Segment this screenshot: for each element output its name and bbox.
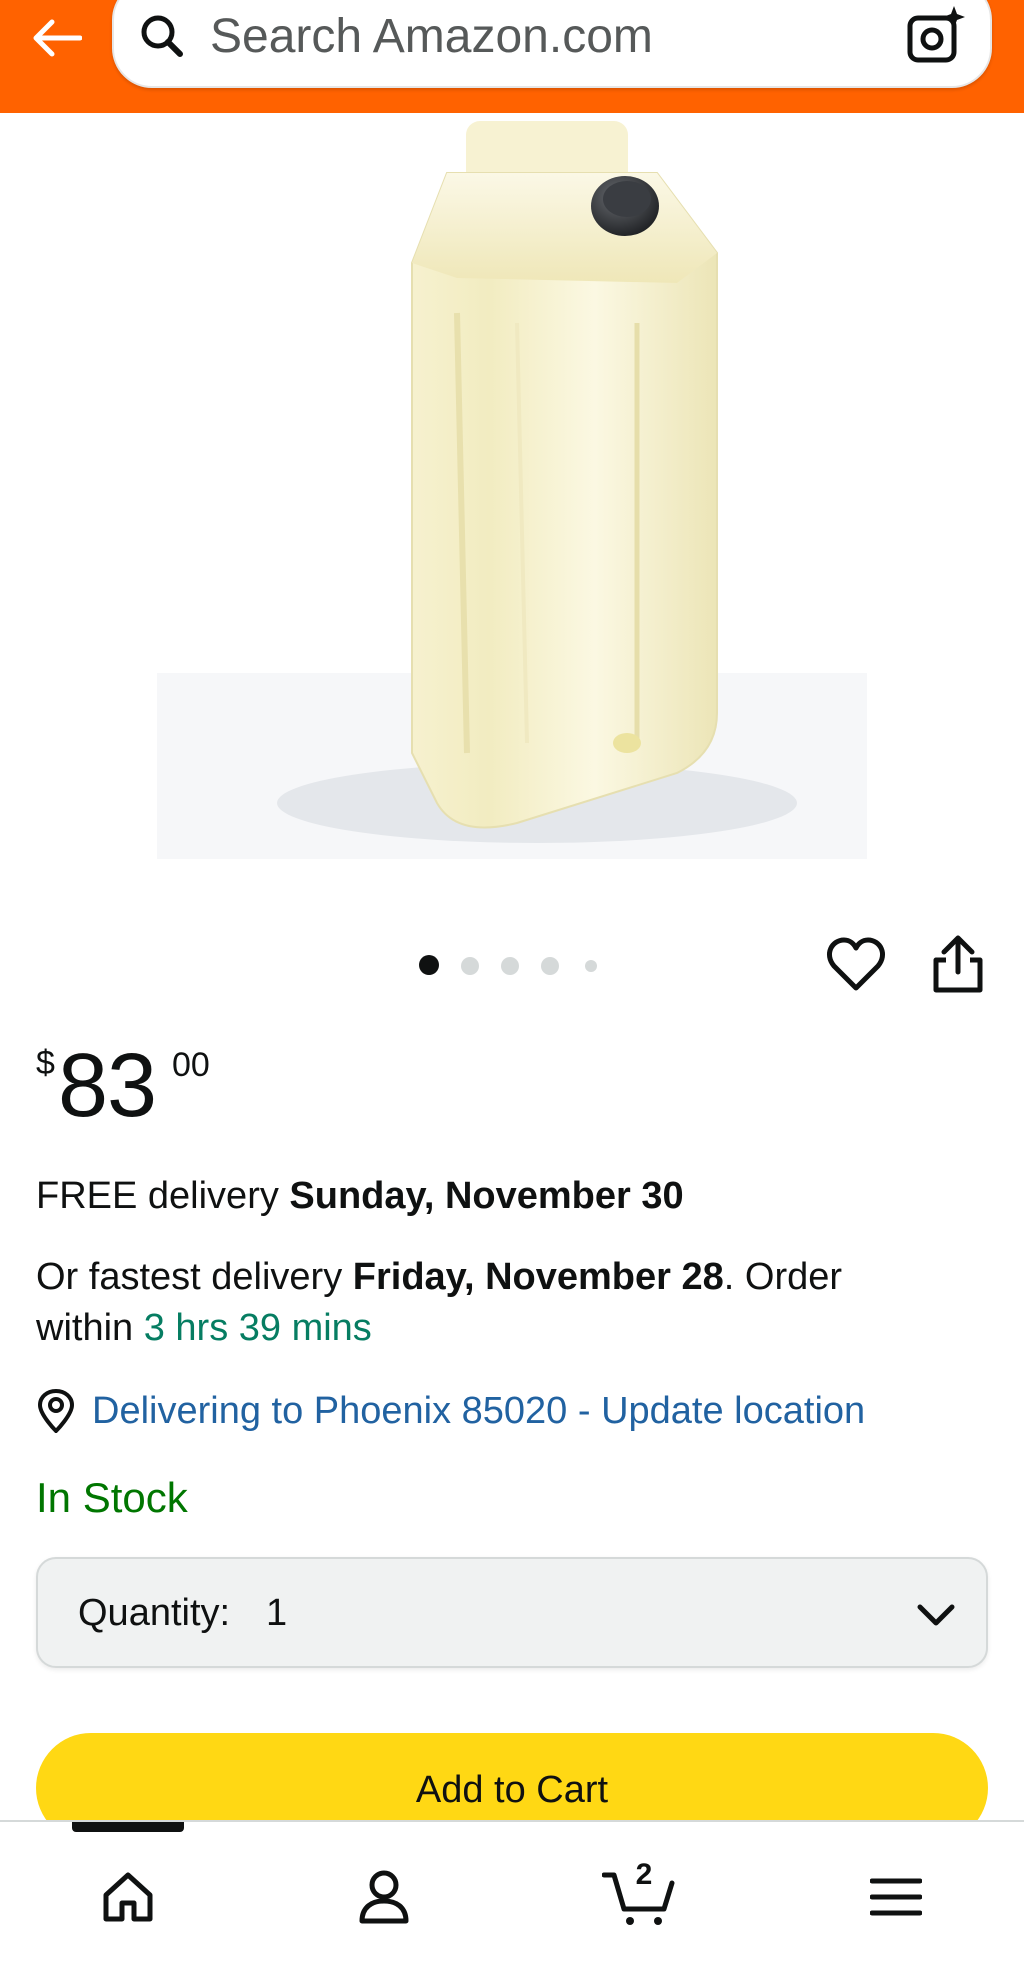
top-header [0, 0, 1024, 113]
search-icon [141, 15, 183, 57]
fastest-delivery-date: Friday, November 28 [352, 1256, 724, 1298]
pager-dot[interactable] [501, 957, 519, 975]
quantity-label: Quantity: [78, 1592, 231, 1634]
image-pager[interactable] [419, 955, 609, 977]
add-to-cart-label: Add to Cart [415, 1769, 609, 1811]
product-image[interactable] [157, 113, 867, 859]
nav-cart[interactable]: 2 [585, 1852, 695, 1942]
order-within-line: within 3 hrs 39 mins [36, 1303, 996, 1353]
fastest-delivery-label: Or fastest delivery [36, 1256, 353, 1298]
update-location-link[interactable]: Delivering to Phoenix 85020 - Update loc… [92, 1385, 865, 1437]
menu-icon [870, 1878, 922, 1916]
stock-status: In Stock [36, 1474, 188, 1521]
delivery-countdown: 3 hrs 39 mins [143, 1307, 372, 1349]
share-icon[interactable] [930, 934, 986, 994]
location-pin-icon [37, 1389, 75, 1433]
search-input[interactable] [210, 4, 850, 68]
order-label: . Order [723, 1256, 843, 1298]
within-label: within [36, 1307, 144, 1349]
free-delivery-label: FREE delivery [36, 1175, 290, 1217]
heart-icon[interactable] [826, 936, 886, 996]
price-fraction: 00 [172, 1046, 210, 1084]
delivery-location[interactable]: Delivering to Phoenix 85020 - Update loc… [36, 1385, 996, 1437]
quantity-selector[interactable]: Quantity: 1 [36, 1557, 988, 1668]
camera-sparkle-icon[interactable] [904, 4, 968, 68]
free-delivery-line: FREE delivery Sunday, November 30 [36, 1171, 996, 1221]
free-delivery-date: Sunday, November 30 [289, 1175, 684, 1217]
fastest-delivery-line: Or fastest delivery Friday, November 28.… [36, 1252, 996, 1302]
price-whole: 83 [58, 1036, 157, 1136]
chevron-down-icon [917, 1604, 955, 1626]
arrow-left-icon [33, 19, 82, 57]
search-bar[interactable] [112, 0, 992, 88]
pager-dot[interactable] [585, 960, 597, 972]
quantity-value: 1 [266, 1592, 288, 1634]
pager-dot-active[interactable] [419, 955, 439, 975]
price-symbol: $ [36, 1044, 55, 1082]
pager-dot[interactable] [541, 957, 559, 975]
nav-menu[interactable] [841, 1852, 951, 1942]
nav-account[interactable] [329, 1852, 439, 1942]
nav-home[interactable] [73, 1852, 183, 1942]
cart-count-badge: 2 [635, 1858, 653, 1891]
account-icon [359, 1870, 409, 1924]
bottom-nav: 2 [0, 1820, 1024, 1973]
pager-dot[interactable] [461, 957, 479, 975]
home-icon [103, 1872, 153, 1922]
active-tab-indicator [72, 1822, 184, 1832]
back-button[interactable] [26, 10, 86, 66]
